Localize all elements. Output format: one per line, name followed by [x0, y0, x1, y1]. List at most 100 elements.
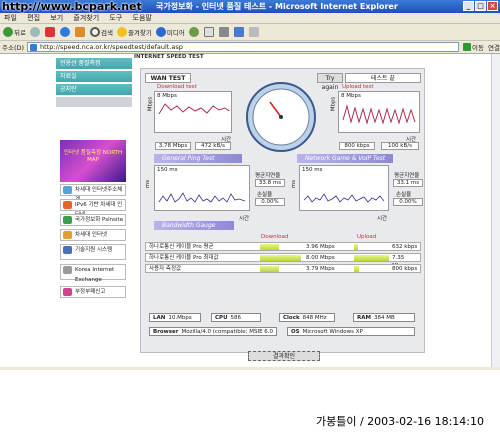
result-button[interactable]: 결과확인	[248, 351, 320, 361]
sidebar-button-kix[interactable]: Korea Internet Exchange	[60, 264, 126, 283]
menu-edit[interactable]: 편집	[27, 14, 40, 22]
try-again-button[interactable]: Try again	[317, 73, 343, 91]
stop-icon	[44, 27, 55, 37]
home-button[interactable]	[74, 27, 86, 37]
download-axis-y: Mbps	[147, 96, 154, 112]
globe-icon	[63, 186, 72, 194]
back-button[interactable]: 뒤로	[3, 27, 26, 37]
stop-button[interactable]	[44, 27, 56, 37]
ping-graph	[158, 192, 246, 203]
upload-speed: 800 kbps	[339, 142, 375, 150]
bandwidth-row-user: 사용자 측정값 3.79 Mbps 800 kbps	[145, 264, 421, 273]
download-bar	[260, 244, 279, 250]
download-title: Download test	[157, 84, 197, 90]
sidebar-button-pslnsite[interactable]: 국가정보화 Pslnsite	[60, 214, 126, 226]
sidebar-button-support[interactable]: 기술지원 시스템	[60, 244, 126, 260]
discuss-icon	[248, 27, 259, 37]
lan-info: LAN 10.Mbps	[149, 313, 201, 322]
download-value: 3.79 Mbps	[306, 266, 335, 272]
menu-bar: 파일 편집 보기 즐겨찾기 도구 도움말	[0, 13, 500, 24]
edit-button[interactable]	[233, 27, 245, 37]
links-label[interactable]: 연결	[488, 42, 500, 52]
print-button[interactable]	[218, 27, 230, 37]
support-icon	[63, 246, 72, 254]
download-bar	[260, 255, 301, 261]
kix-icon	[63, 266, 72, 274]
address-input[interactable]: http://speed.nca.or.kr/speedtest/default…	[27, 42, 460, 52]
sidebar-banner[interactable]: 인터넷 품질측정 NORTH MAP	[60, 140, 126, 182]
forward-button[interactable]	[29, 27, 41, 37]
menu-view[interactable]: 보기	[50, 14, 63, 22]
sidebar-item-speed[interactable]: 전용선 품질측정	[56, 58, 132, 70]
upload-graph	[342, 104, 416, 125]
toolbar: 뒤로 검색 즐겨찾기 미디어	[0, 24, 500, 41]
gauge-hub	[279, 115, 283, 119]
voip-avg: 33.1 ms	[393, 179, 423, 187]
test-status: 테스트 끝	[345, 73, 421, 83]
ping-axis-x: 시간	[239, 216, 250, 222]
search-button[interactable]: 검색	[89, 27, 113, 37]
vertical-scrollbar[interactable]	[491, 54, 500, 367]
go-button[interactable]: 이동	[463, 42, 484, 52]
upload-series-line	[342, 104, 416, 125]
browser-info: Browser Mozilla/4.0 (compatible; MSIE 6.0	[149, 327, 277, 336]
mail-button[interactable]	[203, 27, 215, 37]
sidebar-button-nextgen[interactable]: IPv6 기반 차세대 인터넷	[60, 199, 126, 218]
sidebar-button-report[interactable]: 부정부패신고	[60, 286, 126, 298]
internet-icon	[63, 231, 72, 239]
sidebar-item-archive[interactable]: 자료실	[56, 71, 132, 83]
address-label: 주소(D)	[2, 44, 25, 52]
upload-title: Upload test	[342, 84, 374, 90]
tab-wan-test[interactable]: WAN TEST	[145, 73, 191, 83]
menu-file[interactable]: 파일	[4, 14, 17, 22]
voip-loss-label: 손실율	[396, 192, 412, 198]
ping-chart: 150 ms	[154, 165, 250, 211]
history-button[interactable]	[188, 27, 200, 37]
status-bar	[0, 367, 500, 370]
sidebar-button-internet[interactable]: 차세대 인터넷	[60, 229, 126, 241]
sidebar-item-notice[interactable]: 공지란	[56, 84, 132, 96]
sidebar-divider	[56, 97, 132, 107]
ping-avg-label: 평균지연율	[255, 173, 281, 179]
bandwidth-row-max: 하나로통신 케이블 Pro 최대값 8.00 Mbps 7.35 Mbps	[145, 253, 421, 269]
voip-loss: 0.00%	[393, 198, 423, 206]
forward-icon	[29, 27, 40, 37]
voip-series-line	[303, 193, 385, 203]
upload-bar	[354, 244, 358, 250]
row-name: 하나로통신 케이블 Pro 최대값	[149, 255, 219, 261]
menu-help[interactable]: 도움말	[133, 14, 152, 22]
maximize-button[interactable]: □	[475, 1, 486, 11]
page-title: INTERNET SPEED TEST	[134, 54, 204, 60]
row-name: 하나로통신 케이블 Pro 평균	[149, 244, 214, 250]
ping-section-title: General Ping Test	[154, 154, 242, 163]
row-name: 사용자 측정값	[149, 266, 182, 272]
sidebar-button-ipv6[interactable]: 차세대 인터넷주소체계	[60, 184, 126, 203]
upload-axis-y: Mbps	[330, 96, 337, 112]
close-button[interactable]: ×	[487, 1, 498, 11]
upload-chart: 8 Mbps	[338, 91, 420, 133]
mail-icon	[203, 27, 214, 37]
search-icon	[89, 27, 100, 37]
speedtest-panel: WAN TEST Try again 테스트 끝 Download test M…	[140, 68, 425, 353]
address-bar: 주소(D) http://speed.nca.or.kr/speedtest/d…	[0, 41, 500, 54]
media-icon	[155, 27, 166, 37]
ram-info: RAM 384 MB	[353, 313, 415, 322]
refresh-button[interactable]	[59, 27, 71, 37]
discuss-button[interactable]	[248, 27, 260, 37]
photo-caption: 가봉틀이 / 2003-02-16 18:14:10	[316, 415, 485, 428]
window-title: 국가정보화 - 인터넷 품질 테스트 - Microsoft Internet …	[156, 2, 398, 11]
voip-axis-x: 시간	[377, 216, 388, 222]
media-button[interactable]: 미디어	[155, 27, 185, 37]
report-icon	[63, 288, 72, 296]
menu-favorites[interactable]: 즐겨찾기	[73, 14, 99, 22]
voip-chart: 150 ms	[299, 165, 389, 211]
star-icon	[116, 27, 127, 37]
minimize-button[interactable]: _	[463, 1, 474, 11]
download-graph	[158, 103, 230, 115]
favorites-button[interactable]: 즐겨찾기	[116, 27, 152, 37]
bandwidth-section-title: Bandwidth Gauge	[154, 221, 234, 230]
go-icon	[463, 43, 472, 51]
back-icon	[3, 27, 13, 37]
voip-section-title: Network Game & VoIP Test	[297, 154, 393, 163]
menu-tools[interactable]: 도구	[109, 14, 122, 22]
